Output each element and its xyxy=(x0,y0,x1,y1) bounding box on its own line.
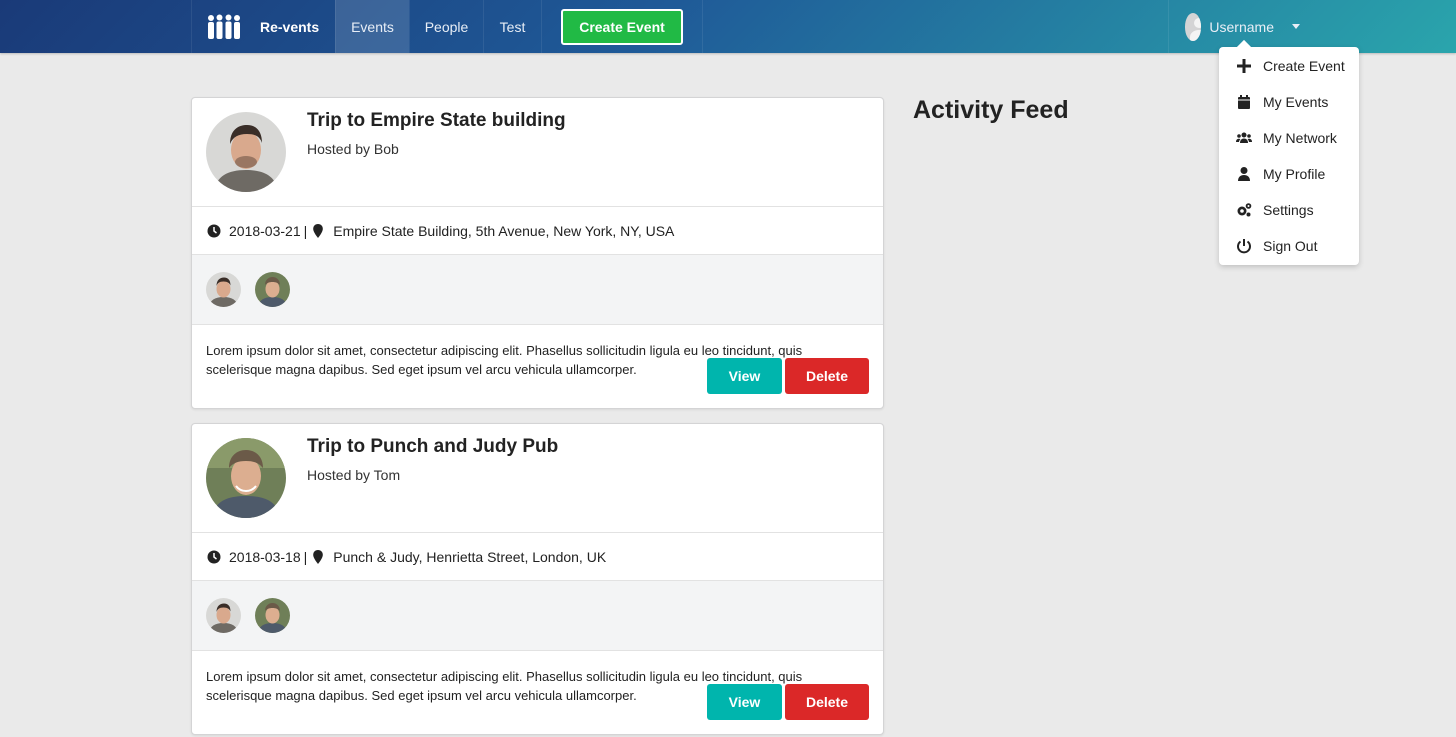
event-card-header: Trip to Empire State building Hosted by … xyxy=(192,98,883,207)
meta-separator: | xyxy=(303,222,308,239)
menu-item-sign-out[interactable]: Sign Out xyxy=(1219,228,1359,264)
user-icon xyxy=(1235,165,1253,183)
event-card-header: Trip to Punch and Judy Pub Hosted by Tom xyxy=(192,424,883,533)
clock-icon xyxy=(207,224,221,238)
attendee-avatar[interactable] xyxy=(206,598,241,633)
menu-item-settings[interactable]: Settings xyxy=(1219,192,1359,228)
event-date: 2018-03-18 xyxy=(229,548,301,565)
users-icon xyxy=(1235,129,1253,147)
attendee-avatar[interactable] xyxy=(255,598,290,633)
view-button[interactable]: View xyxy=(707,358,782,394)
menu-item-my-network[interactable]: My Network xyxy=(1219,120,1359,156)
menu-item-my-events[interactable]: My Events xyxy=(1219,84,1359,120)
event-title[interactable]: Trip to Punch and Judy Pub xyxy=(307,436,558,458)
event-host: Hosted by Bob xyxy=(307,141,399,157)
calendar-icon xyxy=(1235,93,1253,111)
menu-item-label: My Network xyxy=(1263,130,1337,146)
brand-link[interactable]: Re-vents xyxy=(191,0,335,53)
caret-down-icon xyxy=(1292,24,1300,29)
brand-name: Re-vents xyxy=(260,18,320,35)
menu-item-label: Sign Out xyxy=(1263,238,1318,254)
meta-separator: | xyxy=(303,548,308,565)
menu-item-label: Settings xyxy=(1263,202,1314,218)
event-venue: Punch & Judy, Henrietta Street, London, … xyxy=(333,548,607,565)
event-meta: 2018-03-21 | Empire State Building, 5th … xyxy=(192,207,883,255)
delete-button[interactable]: Delete xyxy=(785,358,869,394)
event-attendees xyxy=(192,255,883,325)
event-date: 2018-03-21 xyxy=(229,222,301,239)
menu-item-create-event[interactable]: Create Event xyxy=(1219,48,1359,84)
username-label: Username xyxy=(1209,18,1274,35)
user-menu-toggle[interactable]: Username xyxy=(1168,0,1300,53)
event-host: Hosted by Tom xyxy=(307,467,401,483)
view-button[interactable]: View xyxy=(707,684,782,720)
create-event-nav-container: Create Event xyxy=(541,0,703,53)
menu-item-label: My Events xyxy=(1263,94,1329,110)
menu-item-label: My Profile xyxy=(1263,166,1326,182)
user-avatar xyxy=(1185,12,1202,41)
user-dropdown-menu: Create Event My Events My Network My Pro… xyxy=(1219,47,1359,265)
power-icon xyxy=(1235,237,1253,255)
menu-item-my-profile[interactable]: My Profile xyxy=(1219,156,1359,192)
logo-icon xyxy=(208,14,240,39)
attendee-avatar[interactable] xyxy=(255,272,290,307)
activity-feed-title: Activity Feed xyxy=(913,96,1069,124)
event-meta: 2018-03-18 | Punch & Judy, Henrietta Str… xyxy=(192,533,883,581)
nav-people[interactable]: People xyxy=(409,0,483,53)
nav-test-label: Test xyxy=(499,18,526,35)
event-title[interactable]: Trip to Empire State building xyxy=(307,110,566,132)
plus-icon xyxy=(1235,57,1253,75)
create-event-button[interactable]: Create Event xyxy=(561,8,683,45)
event-card: Trip to Empire State building Hosted by … xyxy=(191,97,884,409)
event-card: Trip to Punch and Judy Pub Hosted by Tom… xyxy=(191,423,884,735)
map-marker-icon xyxy=(311,223,325,238)
event-attendees xyxy=(192,581,883,651)
clock-icon xyxy=(207,550,221,564)
host-avatar[interactable] xyxy=(206,112,286,192)
nav-test[interactable]: Test xyxy=(483,0,541,53)
event-venue: Empire State Building, 5th Avenue, New Y… xyxy=(333,222,675,239)
gears-icon xyxy=(1235,201,1253,219)
nav-events[interactable]: Events xyxy=(335,0,409,53)
host-avatar[interactable] xyxy=(206,438,286,518)
map-marker-icon xyxy=(311,549,325,564)
delete-button[interactable]: Delete xyxy=(785,684,869,720)
menu-item-label: Create Event xyxy=(1263,58,1345,74)
nav-people-label: People xyxy=(424,18,469,35)
nav-events-label: Events xyxy=(351,18,394,35)
attendee-avatar[interactable] xyxy=(206,272,241,307)
